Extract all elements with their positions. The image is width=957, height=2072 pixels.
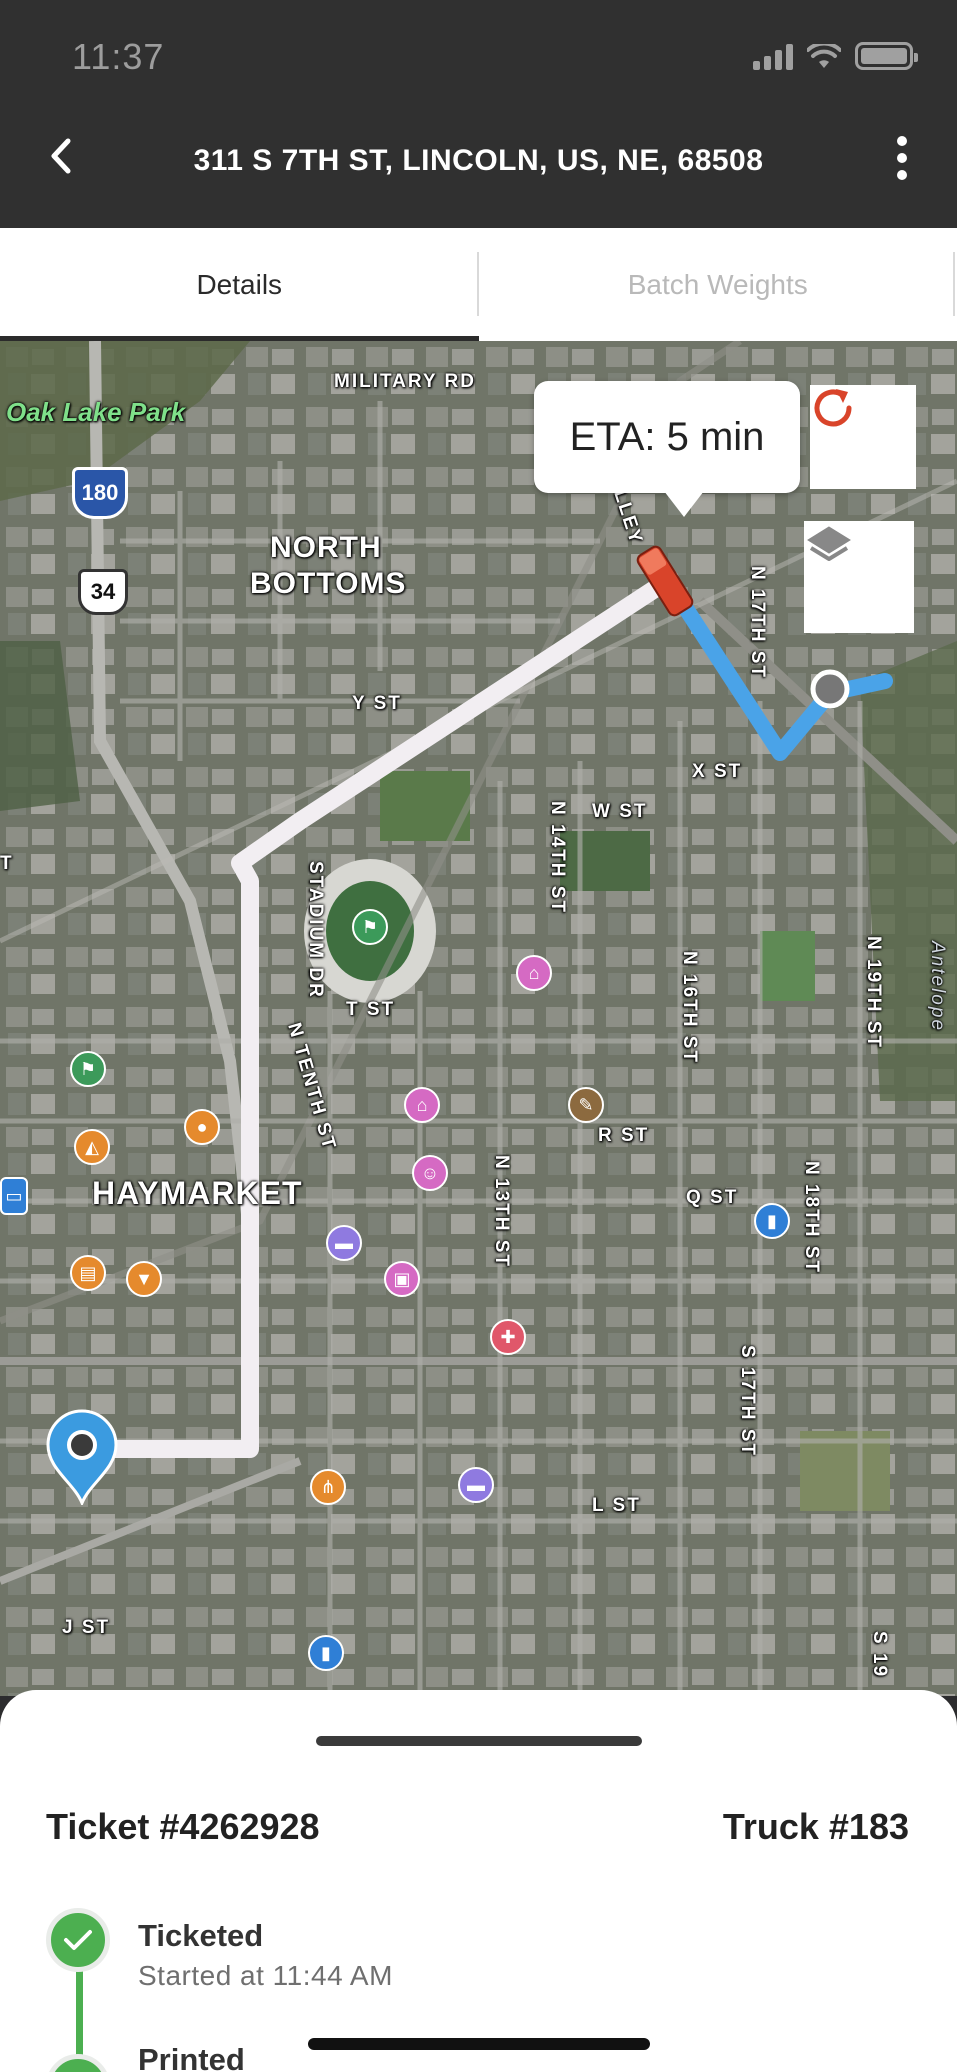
map-label: J ST xyxy=(62,1617,111,1638)
restaurant-poi-icon[interactable]: ⋔ xyxy=(310,1469,346,1505)
status-bar: 11:37 xyxy=(0,0,957,110)
ticket-bottom-sheet[interactable]: Ticket #4262928 Truck #183 Ticketed Star… xyxy=(0,1690,957,2072)
map-layers-button[interactable] xyxy=(804,521,914,633)
battery-icon xyxy=(855,42,918,70)
stadium-poi-icon[interactable]: ⚑ xyxy=(352,909,388,945)
cellular-signal-icon xyxy=(753,44,793,70)
theater-poi-icon[interactable]: ☺ xyxy=(412,1155,448,1191)
tab-divider xyxy=(953,252,955,316)
gas-station-poi-icon[interactable]: ▮ xyxy=(754,1203,790,1239)
status-time: 11:37 xyxy=(72,36,165,77)
pharmacy-poi-icon[interactable]: ✚ xyxy=(490,1319,526,1355)
tab-batch-weights[interactable]: Batch Weights xyxy=(479,228,957,341)
map-label: NORTH xyxy=(270,531,382,564)
pizza-poi-icon[interactable]: ◭ xyxy=(74,1129,110,1165)
gas-station-poi-icon[interactable]: ▮ xyxy=(308,1635,344,1671)
truck-number: Truck #183 xyxy=(722,1806,909,1847)
map-label: N 14TH ST xyxy=(547,801,568,915)
bar-poi-icon[interactable]: ▤ xyxy=(70,1255,106,1291)
cinema-poi-icon[interactable]: ▣ xyxy=(384,1261,420,1297)
food-poi-icon[interactable]: ● xyxy=(184,1109,220,1145)
step-subtitle: Started at 11:44 AM xyxy=(138,1960,393,1991)
school-poi-icon[interactable]: ✎ xyxy=(568,1087,604,1123)
check-icon xyxy=(64,1930,92,1950)
stadium-poi-icon[interactable]: ⚑ xyxy=(70,1051,106,1087)
map-label: W ST xyxy=(592,801,648,822)
map-label: Y ST xyxy=(352,693,402,714)
map-label: Oak Lake Park xyxy=(6,397,186,427)
map-label: R ST xyxy=(598,1125,650,1146)
map-label: STADIUM DR xyxy=(305,861,326,999)
refresh-icon xyxy=(814,389,852,427)
train-station-icon[interactable]: ▭ xyxy=(0,1177,28,1215)
museum-poi-icon[interactable]: ⌂ xyxy=(404,1087,440,1123)
page-title: 311 S 7TH ST, LINCOLN, US, NE, 68508 xyxy=(193,144,764,177)
interstate-180-shield: 180 xyxy=(72,467,128,519)
map-label: X ST xyxy=(692,761,743,782)
app-header: 311 S 7TH ST, LINCOLN, US, NE, 68508 xyxy=(0,110,957,228)
map-label: N 18TH ST xyxy=(801,1161,822,1275)
step-title: Printed xyxy=(138,2042,245,2072)
map-label: Q ST xyxy=(686,1187,739,1208)
map-label: S 17TH ST xyxy=(737,1345,758,1457)
sheet-grabber[interactable] xyxy=(316,1736,642,1746)
map-label: HAYMARKET xyxy=(92,1175,303,1211)
tab-divider xyxy=(477,252,479,316)
map-label: N 13TH ST xyxy=(491,1155,512,1269)
layers-icon xyxy=(807,526,851,561)
tab-details[interactable]: Details xyxy=(0,228,479,341)
museum-poi-icon[interactable]: ⌂ xyxy=(516,955,552,991)
ticket-number: Ticket #4262928 xyxy=(46,1806,320,1847)
map-label: S 19 xyxy=(869,1631,890,1679)
status-icons xyxy=(753,42,918,70)
map-label: T ST xyxy=(346,999,396,1020)
more-vertical-icon xyxy=(897,136,907,146)
more-options-button[interactable] xyxy=(887,128,917,188)
step-complete-indicator xyxy=(46,1908,110,1972)
wifi-icon xyxy=(807,44,841,68)
refresh-button[interactable] xyxy=(810,385,916,489)
map-label: N 19TH ST xyxy=(863,936,884,1050)
hotel-poi-icon[interactable]: ▬ xyxy=(326,1225,362,1261)
map-label: L ST xyxy=(592,1495,641,1516)
tab-bar: Details Batch Weights xyxy=(0,228,957,341)
map-label: T xyxy=(0,853,14,874)
map-label: N 16TH ST xyxy=(679,951,700,1065)
step-complete-indicator xyxy=(46,2054,110,2072)
map-label: BOTTOMS xyxy=(250,567,407,600)
hotel-poi-icon[interactable]: ▬ xyxy=(458,1467,494,1503)
map-label: MILITARY RD xyxy=(334,371,476,392)
location-pin-icon[interactable] xyxy=(44,1409,120,1505)
map-view[interactable]: MILITARY RD Oak Lake Park 180 34 NORTH B… xyxy=(0,341,957,1696)
step-title: Ticketed xyxy=(138,1918,264,1953)
home-indicator xyxy=(308,2038,650,2050)
ice-cream-poi-icon[interactable]: ▼ xyxy=(126,1261,162,1297)
us-34-shield: 34 xyxy=(78,569,128,615)
map-label: Antelope xyxy=(927,941,948,1033)
map-label: N 17TH ST xyxy=(747,566,768,680)
eta-bubble: ETA: 5 min xyxy=(534,381,800,517)
